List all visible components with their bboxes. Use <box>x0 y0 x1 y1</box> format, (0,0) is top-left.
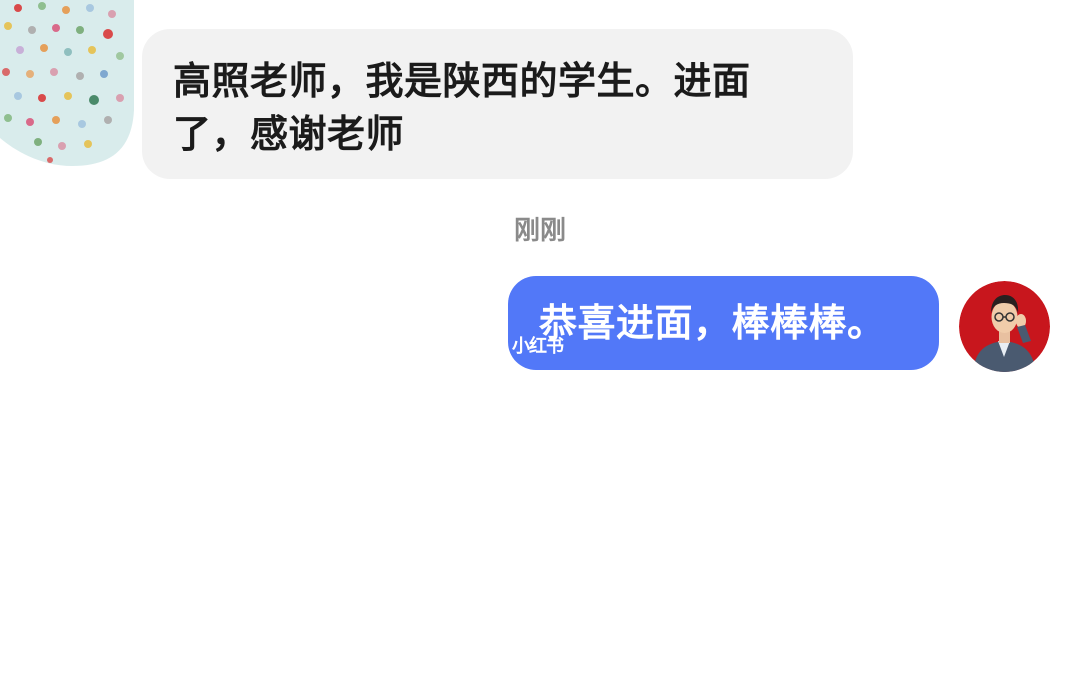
chat-window: 高照老师，我是陕西的学生。进面了，感谢老师 刚刚 恭喜进面，棒棒棒。 小红书 <box>0 0 1080 692</box>
watermark-text: 小红书 <box>512 336 564 357</box>
polka-dot-avatar-icon <box>0 0 134 166</box>
message-timestamp: 刚刚 <box>513 216 566 246</box>
outgoing-message-text: 恭喜进面，棒棒棒。 <box>539 301 886 345</box>
incoming-avatar[interactable] <box>0 0 134 166</box>
outgoing-avatar[interactable] <box>959 281 1050 372</box>
incoming-message-bubble[interactable]: 高照老师，我是陕西的学生。进面了，感谢老师 <box>142 29 853 179</box>
incoming-message-text: 高照老师，我是陕西的学生。进面了，感谢老师 <box>173 59 751 156</box>
watermark-logo: 小红书 <box>512 332 564 358</box>
teacher-photo-avatar-icon <box>959 281 1050 372</box>
outgoing-message-bubble[interactable]: 恭喜进面，棒棒棒。 <box>508 276 939 370</box>
